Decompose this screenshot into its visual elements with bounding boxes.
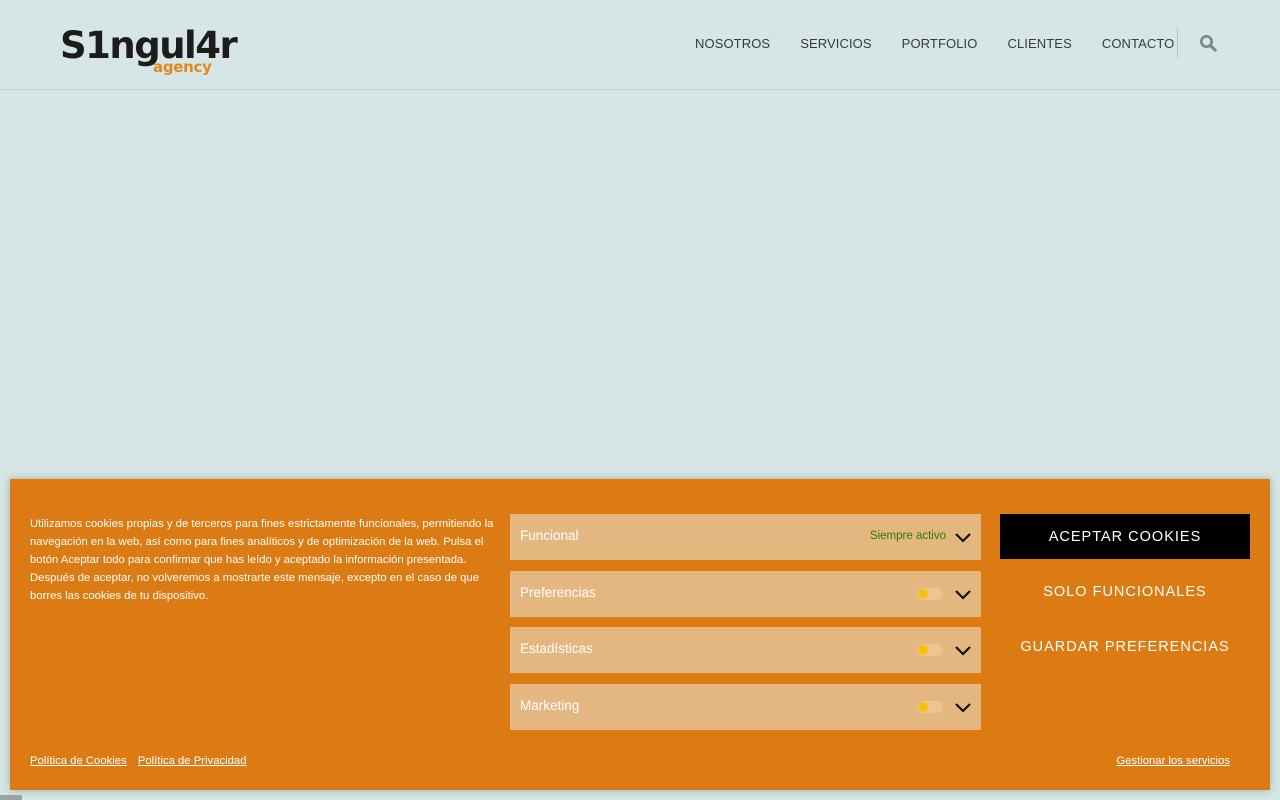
estadisticas-toggle[interactable] — [917, 644, 943, 656]
category-label: Funcional — [520, 528, 579, 543]
category-funcional[interactable]: Funcional Siempre activo — [510, 514, 981, 560]
category-marketing[interactable]: Marketing — [510, 683, 981, 730]
logo-tagline: agency — [153, 58, 212, 76]
chevron-down-icon[interactable] — [954, 700, 972, 714]
toggle-knob — [918, 588, 928, 599]
cookie-message: Utilizamos cookies propias y de terceros… — [30, 518, 494, 602]
category-label: Estadísticas — [520, 641, 593, 656]
nav-item-servicios[interactable]: SERVICIOS — [800, 36, 871, 51]
category-preferencias[interactable]: Preferencias — [510, 570, 981, 617]
policy-links: Política de Cookies Política de Privacid… — [30, 755, 254, 767]
brand-logo[interactable]: S1ngul4r agency — [60, 26, 238, 80]
main-nav: NOSOTROS SERVICIOS PORTFOLIO CLIENTES CO… — [695, 33, 1174, 53]
nav-item-portfolio[interactable]: PORTFOLIO — [902, 36, 978, 51]
always-active-status: Siempre activo — [869, 530, 946, 542]
site-header: S1ngul4r agency NOSOTROS SERVICIOS PORTF… — [0, 0, 1280, 90]
preferencias-toggle[interactable] — [917, 587, 943, 600]
nav-divider — [1177, 28, 1178, 58]
cookie-actions: ACEPTAR COOKIES SOLO FUNCIONALES GUARDAR… — [1000, 514, 1250, 679]
nav-item-contacto[interactable]: CONTACTO — [1102, 36, 1175, 51]
search-icon[interactable] — [1199, 34, 1217, 52]
cookie-policy-link[interactable]: Política de Cookies — [30, 755, 127, 767]
manage-services-link[interactable]: Gestionar los servicios — [1116, 755, 1230, 767]
accept-cookies-button[interactable]: ACEPTAR COOKIES — [1000, 514, 1250, 559]
toggle-knob — [918, 645, 928, 655]
chevron-down-icon[interactable] — [954, 587, 972, 601]
category-label: Marketing — [520, 697, 580, 713]
functional-only-button[interactable]: SOLO FUNCIONALES — [1000, 569, 1250, 614]
save-preferences-button[interactable]: GUARDAR PREFERENCIAS — [1000, 624, 1250, 669]
toggle-knob — [918, 701, 928, 712]
category-estadisticas[interactable]: Estadísticas — [510, 627, 981, 673]
chevron-down-icon[interactable] — [954, 643, 972, 657]
privacy-policy-link[interactable]: Política de Privacidad — [138, 755, 247, 767]
cookie-categories: Funcional Siempre activo Preferencias Es… — [510, 514, 981, 740]
nav-item-clientes[interactable]: CLIENTES — [1007, 36, 1071, 51]
cookie-consent-panel: Utilizamos cookies propias y de terceros… — [10, 479, 1270, 790]
marketing-toggle[interactable] — [917, 700, 943, 713]
chevron-down-icon[interactable] — [954, 530, 972, 544]
corner-widget — [0, 795, 22, 800]
nav-item-nosotros[interactable]: NOSOTROS — [695, 36, 770, 51]
category-label: Preferencias — [520, 584, 596, 600]
